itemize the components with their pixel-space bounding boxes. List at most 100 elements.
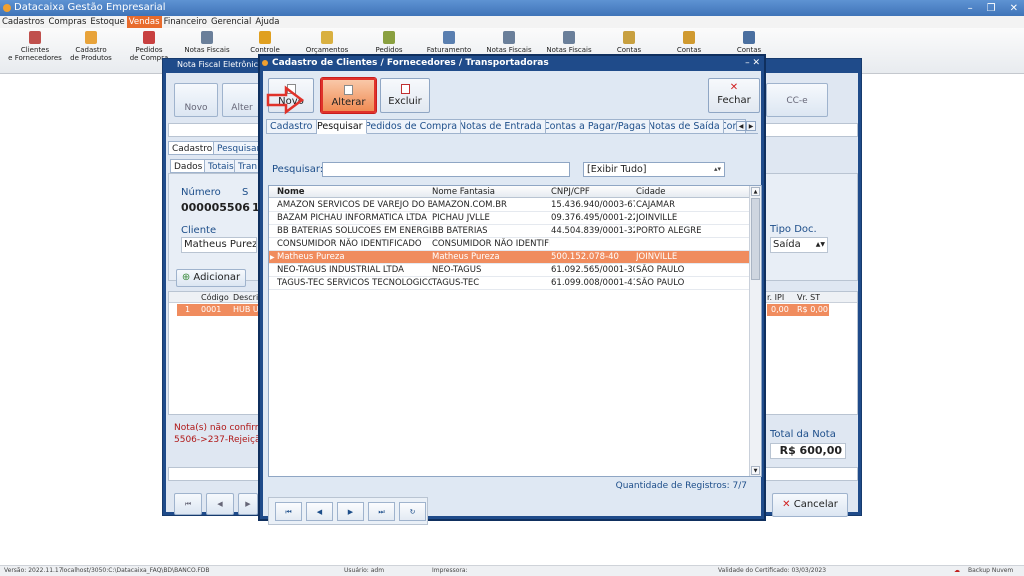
toolbar-button-0[interactable]: Clientes e Fornecedores <box>6 30 64 72</box>
table-cell: BB BATERIAS SOLUCOES EM ENERGIA <box>277 226 432 236</box>
nf-tab-pesquisar[interactable]: Pesquisar <box>213 141 265 155</box>
table-cell: 500.152.078-40 <box>551 252 619 262</box>
table-row[interactable]: AMAZON SERVICOS DE VAREJO DO BR AMAZON.CO… <box>269 199 749 212</box>
nf-novo-button[interactable]: Novo <box>174 83 218 117</box>
table-cell: AMAZON SERVICOS DE VAREJO DO BR <box>277 200 432 210</box>
table-cell: Matheus Pureza <box>432 252 500 262</box>
adicionar-button[interactable]: ⊕ Adicionar <box>176 269 246 287</box>
filter-value: [Exibir Tudo] <box>587 164 647 175</box>
minimize-button[interactable]: – <box>968 1 973 17</box>
nav-last-icon[interactable]: ⏭ <box>368 502 395 521</box>
nf-alterar-button[interactable]: Alter <box>222 83 262 117</box>
delete-icon <box>400 84 410 94</box>
table-cell: SÃO PAULO <box>636 265 685 275</box>
nf-subtab-dados[interactable]: Dados <box>170 159 207 173</box>
tab-pesquisar[interactable]: Pesquisar <box>313 119 367 134</box>
tab-scroll-left[interactable]: ◀ <box>736 121 746 131</box>
table-row[interactable]: TAGUS-TEC SERVICOS TECNOLOGICOS TAGUS-TEC… <box>269 277 749 290</box>
table-row[interactable]: NEO-TAGUS INDUSTRIAL LTDA NEO-TAGUS 61.092… <box>269 264 749 277</box>
menu-ajuda[interactable]: Ajuda <box>253 16 281 28</box>
nf-nav-prev[interactable]: ◀ <box>206 493 234 515</box>
cliente-label: Cliente <box>181 225 217 236</box>
invoice3-icon <box>563 31 575 44</box>
nf-subtab-totais[interactable]: Totais <box>204 159 238 173</box>
numero-value: 000005506 <box>181 201 250 214</box>
toolbar-label: Clientes <box>20 46 50 54</box>
dialog-titlebar: Cadastro de Clientes / Fornecedores / Tr… <box>260 56 764 70</box>
menu-estoque[interactable]: Estoque <box>88 16 126 28</box>
cancelar-button[interactable]: ✕ Cancelar <box>772 493 848 517</box>
order2-icon <box>383 31 395 44</box>
tab-notas-de-sa-da[interactable]: Notas de Saída <box>644 119 724 134</box>
menu-vendas[interactable]: Vendas <box>126 16 162 28</box>
table-row[interactable]: BB BATERIAS SOLUCOES EM ENERGIA BB BATERI… <box>269 225 749 238</box>
status-user: Usuário: adm <box>344 567 385 574</box>
menu-compras[interactable]: Compras <box>46 16 88 28</box>
statusbar: Versão: 2022.11.17 localhost/3050:C:\Dat… <box>0 565 1024 576</box>
status-db: localhost/3050:C:\Datacaixa_FAQ\BD\BANCO… <box>62 567 210 574</box>
scroll-thumb[interactable] <box>751 198 760 280</box>
dialog-close-button[interactable]: ✕ <box>752 58 760 68</box>
dialog-body: Novo Alterar Excluir ✕ Fechar Cont Notas … <box>263 71 762 525</box>
excluir-button[interactable]: Excluir <box>380 78 430 113</box>
tab-cadastro[interactable]: Cadastro <box>266 119 317 134</box>
table-cell: 15.436.940/0003-67 <box>551 200 635 210</box>
col-nome[interactable]: Nome <box>277 186 432 198</box>
table-row[interactable]: ▶ Matheus Pureza Matheus Pureza 500.152.078… <box>269 251 749 264</box>
status-backup[interactable]: Backup Nuvem <box>968 566 1013 576</box>
alterar-button[interactable]: Alterar <box>321 78 376 113</box>
nf-item-desc: HUB U <box>233 305 259 314</box>
toolbar-label: Controle <box>250 46 280 54</box>
scroll-up-icon[interactable]: ▲ <box>751 187 760 196</box>
col-cidade[interactable]: Cidade <box>636 186 732 198</box>
close-button[interactable]: ✕ <box>1010 1 1018 17</box>
receive-icon <box>683 31 695 44</box>
status-version: Versão: 2022.11.17 <box>4 567 63 574</box>
menu-gerencial[interactable]: Gerencial <box>209 16 253 28</box>
table-cell: 09.376.495/0001-22 <box>551 213 635 223</box>
dialog-minimize-button[interactable]: – <box>745 58 750 68</box>
nf-cce-button[interactable]: CC-e <box>766 83 828 117</box>
toolbar-sublabel: e Fornecedores <box>8 54 62 62</box>
refresh-icon[interactable]: ↻ <box>399 502 426 521</box>
tab-contas-a-pagar-pagas[interactable]: Contas a Pagar/Pagas <box>539 119 650 134</box>
nf-nav-next[interactable]: ▶ <box>238 493 258 515</box>
nf-tab-cadastro[interactable]: Cadastro <box>168 141 217 155</box>
coins-icon <box>259 31 271 44</box>
tab-scroll-right[interactable]: ▶ <box>746 121 756 131</box>
table-row[interactable]: CONSUMIDOR NÃO IDENTIFICADO CONSUMIDOR NÃ… <box>269 238 749 251</box>
nf-item-ipi: 0,00 <box>771 305 789 314</box>
grid-scrollbar[interactable]: ▲ ▼ <box>749 186 761 476</box>
cash-icon <box>743 31 755 44</box>
cancelar-label: Cancelar <box>793 499 838 510</box>
nf-nav-first[interactable]: ⏮ <box>174 493 202 515</box>
fechar-button[interactable]: ✕ Fechar <box>708 78 760 113</box>
maximize-button[interactable]: ❐ <box>987 1 996 17</box>
cliente-field[interactable]: Matheus Pureza <box>181 237 257 253</box>
nav-first-icon[interactable]: ⏮ <box>275 502 302 521</box>
col-codigo: Código <box>201 293 229 302</box>
tab-pedidos-de-compra[interactable]: Pedidos de Compra <box>361 119 462 134</box>
table-cell: CAJAMAR <box>636 200 675 210</box>
app-logo-icon <box>3 4 11 12</box>
col-cnpj[interactable]: CNPJ/CPF <box>551 186 635 198</box>
table-row[interactable]: BAZAM PICHAU INFORMATICA LTDA PICHAU JVLL… <box>269 212 749 225</box>
status-cert: Validade do Certificado: 03/03/2023 <box>718 567 827 574</box>
scroll-down-icon[interactable]: ▼ <box>751 466 760 475</box>
tipo-doc-select[interactable]: Saída ▲▼ <box>770 237 828 253</box>
dialog-window-controls: – ✕ <box>745 56 760 70</box>
table-cell: Matheus Pureza <box>277 252 345 262</box>
filter-select[interactable]: [Exibir Tudo] ▴▾ <box>583 162 725 177</box>
search-input[interactable] <box>322 162 570 177</box>
menu-cadastros[interactable]: Cadastros <box>0 16 46 28</box>
tab-notas-de-entrada[interactable]: Notas de Entrada <box>455 119 546 134</box>
tipo-doc-value: Saída <box>773 239 801 250</box>
toolbar-button-1[interactable]: Cadastro de Produtos <box>62 30 120 72</box>
table-cell: CONSUMIDOR NÃO IDENTIFIC <box>432 239 550 249</box>
nav-prev-icon[interactable]: ◀ <box>306 502 333 521</box>
nav-next-icon[interactable]: ▶ <box>337 502 364 521</box>
col-nome-fantasia[interactable]: Nome Fantasia <box>432 186 550 198</box>
toolbar-label: Contas <box>616 46 642 54</box>
menu-financeiro[interactable]: Financeiro <box>162 16 209 28</box>
table-cell: PORTO ALEGRE <box>636 226 702 236</box>
